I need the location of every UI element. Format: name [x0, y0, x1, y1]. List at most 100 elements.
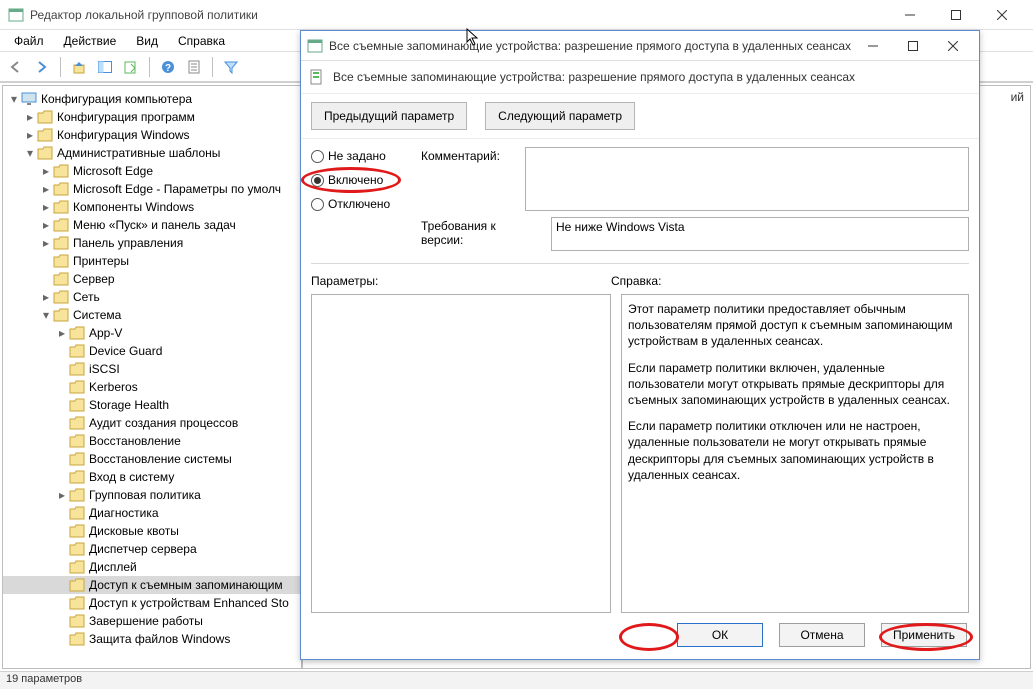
chevron-right-icon[interactable]: ▸: [23, 108, 37, 126]
chevron-right-icon[interactable]: ▸: [39, 198, 53, 216]
tree-item-label: Восстановление системы: [89, 450, 232, 468]
tree-item[interactable]: Storage Health: [3, 396, 301, 414]
folder-icon: [69, 614, 85, 628]
tree-item[interactable]: ▸ Панель управления: [3, 234, 301, 252]
tree-pane[interactable]: ▾ Конфигурация компьютера ▸Конфигурация …: [2, 85, 302, 669]
tree-item[interactable]: Завершение работы: [3, 612, 301, 630]
radio-not-configured-label: Не задано: [328, 149, 386, 163]
dialog-maximize-button[interactable]: [893, 32, 933, 60]
toolbar-show-hide-tree-button[interactable]: [93, 55, 117, 79]
tree-item-label: Защита файлов Windows: [89, 630, 230, 648]
toolbar-filter-button[interactable]: [219, 55, 243, 79]
toolbar-properties-button[interactable]: [182, 55, 206, 79]
folder-icon: [53, 308, 69, 322]
tree-item-label: Административные шаблоны: [57, 144, 220, 162]
app-icon: [8, 7, 24, 23]
tree-item[interactable]: ▾ Административные шаблоны: [3, 144, 301, 162]
chevron-right-icon[interactable]: ▸: [23, 126, 37, 144]
tree-item[interactable]: Дисковые квоты: [3, 522, 301, 540]
cancel-button[interactable]: Отмена: [779, 623, 865, 647]
params-label: Параметры:: [311, 274, 611, 288]
ok-button[interactable]: ОК: [677, 623, 763, 647]
tree-root[interactable]: ▾ Конфигурация компьютера: [3, 90, 301, 108]
chevron-right-icon[interactable]: ▸: [55, 324, 69, 342]
tree-item[interactable]: Восстановление системы: [3, 450, 301, 468]
menu-help[interactable]: Справка: [170, 32, 233, 50]
tree-item[interactable]: Вход в систему: [3, 468, 301, 486]
dialog-close-button[interactable]: [933, 32, 973, 60]
tree-item[interactable]: Device Guard: [3, 342, 301, 360]
main-maximize-button[interactable]: [933, 0, 979, 30]
main-close-button[interactable]: [979, 0, 1025, 30]
tree-item[interactable]: ▸ Сеть: [3, 288, 301, 306]
comment-field[interactable]: [525, 147, 969, 211]
radio-enabled-label: Включено: [328, 173, 383, 187]
tree-item[interactable]: ▸Конфигурация Windows: [3, 126, 301, 144]
dialog-titlebar[interactable]: Все съемные запоминающие устройства: раз…: [301, 31, 979, 61]
chevron-down-icon[interactable]: ▾: [7, 90, 21, 108]
tree-item[interactable]: Аудит создания процессов: [3, 414, 301, 432]
radio-not-configured[interactable]: Не задано: [311, 149, 421, 163]
folder-icon: [69, 524, 85, 538]
toolbar-back-button[interactable]: [4, 55, 28, 79]
tree-item[interactable]: Защита файлов Windows: [3, 630, 301, 648]
tree-item[interactable]: ▸Меню «Пуск» и панель задач: [3, 216, 301, 234]
toolbar-forward-button[interactable]: [30, 55, 54, 79]
radio-disabled[interactable]: Отключено: [311, 197, 421, 211]
tree-item[interactable]: Диспетчер сервера: [3, 540, 301, 558]
tree-item[interactable]: ▸Конфигурация программ: [3, 108, 301, 126]
tree-item[interactable]: Доступ к съемным запоминающим: [3, 576, 301, 594]
dialog-minimize-button[interactable]: [853, 32, 893, 60]
main-minimize-button[interactable]: [887, 0, 933, 30]
folder-icon: [69, 380, 85, 394]
tree-item[interactable]: ▸App-V: [3, 324, 301, 342]
tree-item-label: Панель управления: [73, 234, 183, 252]
folder-icon: [69, 506, 85, 520]
tree-item[interactable]: Восстановление: [3, 432, 301, 450]
tree-item[interactable]: Принтеры: [3, 252, 301, 270]
radio-icon: [311, 150, 324, 163]
tree-item[interactable]: Дисплей: [3, 558, 301, 576]
chevron-down-icon[interactable]: ▾: [23, 144, 37, 162]
tree-item[interactable]: ▸Компоненты Windows: [3, 198, 301, 216]
chevron-right-icon[interactable]: ▸: [39, 180, 53, 198]
next-setting-button[interactable]: Следующий параметр: [485, 102, 635, 130]
prev-setting-button[interactable]: Предыдущий параметр: [311, 102, 467, 130]
svg-text:?: ?: [165, 63, 171, 74]
tree-item[interactable]: Kerberos: [3, 378, 301, 396]
toolbar-up-button[interactable]: [67, 55, 91, 79]
folder-icon: [69, 488, 85, 502]
requirements-box: Не ниже Windows Vista: [551, 217, 969, 251]
tree-item[interactable]: ▸Microsoft Edge - Параметры по умолч: [3, 180, 301, 198]
chevron-right-icon[interactable]: ▸: [39, 288, 53, 306]
menu-action[interactable]: Действие: [56, 32, 125, 50]
chevron-right-icon[interactable]: ▸: [39, 234, 53, 252]
radio-enabled[interactable]: Включено: [311, 173, 421, 187]
help-box[interactable]: Этот параметр политики предоставляет обы…: [621, 294, 969, 613]
dialog-header: Все съемные запоминающие устройства: раз…: [301, 61, 979, 94]
folder-icon: [69, 596, 85, 610]
tree-item-label: Сервер: [73, 270, 115, 288]
menu-file[interactable]: Файл: [6, 32, 52, 50]
folder-icon: [69, 326, 85, 340]
tree-item[interactable]: ▸Microsoft Edge: [3, 162, 301, 180]
menu-view[interactable]: Вид: [128, 32, 166, 50]
apply-button[interactable]: Применить: [881, 623, 967, 647]
tree[interactable]: ▾ Конфигурация компьютера ▸Конфигурация …: [3, 86, 301, 652]
chevron-right-icon[interactable]: ▸: [55, 486, 69, 504]
chevron-right-icon[interactable]: ▸: [39, 216, 53, 234]
tree-item[interactable]: iSCSI: [3, 360, 301, 378]
tree-item[interactable]: ▾Система: [3, 306, 301, 324]
tree-item[interactable]: Диагностика: [3, 504, 301, 522]
statusbar: 19 параметров: [0, 671, 1033, 689]
tree-item[interactable]: Доступ к устройствам Enhanced Sto: [3, 594, 301, 612]
tree-item[interactable]: ▸Групповая политика: [3, 486, 301, 504]
chevron-right-icon[interactable]: ▸: [39, 162, 53, 180]
tree-item-label: Восстановление: [89, 432, 181, 450]
tree-item[interactable]: Сервер: [3, 270, 301, 288]
toolbar-export-button[interactable]: [119, 55, 143, 79]
tree-item-label: Дисплей: [89, 558, 137, 576]
chevron-down-icon[interactable]: ▾: [39, 306, 53, 324]
toolbar-help-button[interactable]: ?: [156, 55, 180, 79]
tree-item-label: Сеть: [73, 288, 100, 306]
